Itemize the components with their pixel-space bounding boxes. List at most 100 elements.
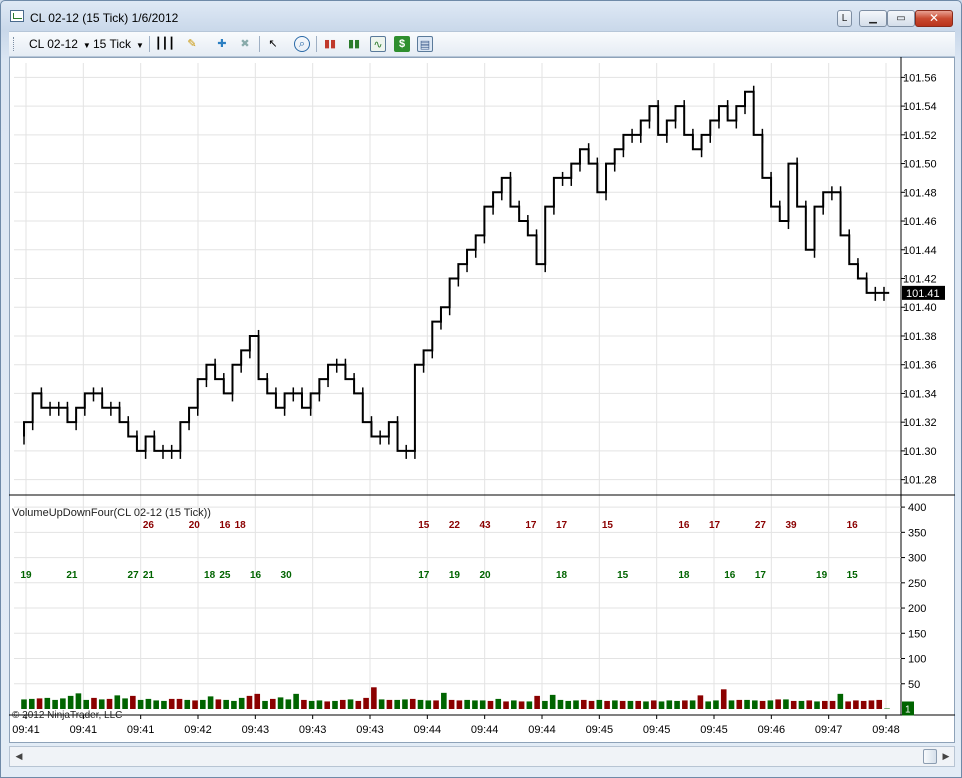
up-volume-label: 16 — [724, 570, 736, 581]
volume-bar — [75, 693, 82, 709]
volume-bar — [720, 689, 727, 709]
chevron-down-icon: ▼ — [82, 41, 91, 50]
link-button[interactable]: L — [837, 10, 852, 27]
volume-bar — [604, 700, 610, 709]
volume-bar — [402, 699, 408, 709]
panel-icon[interactable]: ▤ — [417, 36, 433, 52]
volume-bar — [21, 699, 27, 709]
volume-bar — [207, 696, 214, 709]
volume-bar — [650, 700, 657, 709]
volume-bar — [822, 700, 828, 709]
volume-bar — [145, 698, 152, 709]
up-volume-label: 21 — [143, 570, 155, 581]
up-volume-label: 19 — [816, 570, 828, 581]
down-volume-label: 43 — [479, 520, 491, 531]
down-volume-label: 16 — [678, 520, 690, 531]
down-volume-label: 16 — [219, 520, 231, 531]
volume-bar — [518, 701, 525, 709]
scroll-left-icon[interactable]: ◀ — [13, 750, 25, 763]
instrument-selector[interactable]: CL 02-12 ▼ — [29, 37, 91, 51]
volume-bar — [775, 699, 781, 709]
last-volume-label: 1 — [905, 704, 911, 715]
data-box-icon[interactable]: $ — [394, 36, 410, 52]
zoom-icon[interactable]: ⌕ — [294, 36, 310, 52]
volume-tick-label: 100 — [908, 654, 926, 666]
drawing-pencil-icon[interactable]: ✎ — [184, 36, 200, 52]
volume-bar — [215, 699, 222, 709]
volume-bar — [448, 699, 455, 709]
down-volume-label: 27 — [755, 520, 767, 531]
indicator-title: VolumeUpDownFour(CL 02-12 (15 Tick)) — [12, 507, 211, 519]
down-volume-label: 15 — [418, 520, 430, 531]
volume-bar — [238, 697, 245, 709]
volume-bar — [588, 700, 595, 709]
volume-bar — [806, 700, 813, 709]
volume-bar — [837, 693, 844, 709]
volume-bar — [666, 700, 673, 709]
instrument-label: CL 02-12 — [29, 37, 78, 51]
title-bar[interactable]: CL 02-12 (15 Tick) 1/6/2012 L ▁ ▭ ✕ — [1, 1, 961, 31]
price-and-volume-chart[interactable]: 101.56 101.54 101.52 101.50 101.48 101.46 101.… — [9, 57, 955, 743]
chart-properties-icon[interactable]: ∿ — [370, 36, 386, 52]
volume-bar — [783, 699, 789, 709]
volume-bar — [83, 699, 89, 709]
up-volume-label: 19 — [449, 570, 461, 581]
price-tick-label: 101.48 — [903, 187, 937, 199]
price-tick-label: 101.56 — [903, 72, 937, 84]
bar-type-icon[interactable]: ┃┃┃ — [155, 36, 175, 52]
volume-bar — [596, 699, 603, 709]
volume-bar — [371, 687, 377, 709]
down-volume-label: 20 — [189, 520, 201, 531]
up-volume-label: 15 — [617, 570, 629, 581]
up-volume-label: 18 — [204, 570, 216, 581]
horizontal-scrollbar[interactable]: ◀ ▶ — [9, 746, 955, 767]
volume-bar — [643, 701, 649, 709]
close-button[interactable]: ✕ — [915, 10, 953, 27]
volume-bar — [580, 699, 587, 709]
volume-bar — [153, 700, 159, 709]
down-volume-label: 15 — [602, 520, 614, 531]
time-tick-label: 09:45 — [643, 724, 671, 736]
cursor-select-icon[interactable]: ↖ — [265, 36, 281, 52]
indicators-icon[interactable]: ▮▮ — [322, 36, 338, 52]
scroll-thumb[interactable] — [923, 749, 937, 764]
up-volume-label: 27 — [128, 570, 140, 581]
down-volume-label: 17 — [556, 520, 568, 531]
volume-bar — [332, 700, 338, 709]
volume-bar — [658, 701, 665, 709]
interval-selector[interactable]: 15 Tick ▼ — [93, 37, 144, 51]
volume-bar — [52, 699, 58, 709]
time-tick-label: 09:47 — [815, 724, 843, 736]
volume-bar — [573, 700, 579, 709]
price-tick-label: 101.34 — [903, 388, 937, 400]
up-volume-label: 25 — [219, 570, 231, 581]
volume-bar — [262, 700, 268, 709]
up-volume-label: 17 — [418, 570, 430, 581]
volume-bar — [689, 700, 696, 709]
toolbar-grip[interactable] — [13, 37, 16, 51]
strategies-icon[interactable]: ▮▮ — [346, 36, 362, 52]
volume-tick-label: 350 — [908, 527, 926, 539]
scroll-right-icon[interactable]: ▶ — [940, 750, 952, 763]
volume-bar — [798, 700, 805, 709]
volume-bar — [98, 699, 105, 709]
add-indicator-icon[interactable]: ✚ — [214, 36, 230, 52]
chart-window: CL 02-12 (15 Tick) 1/6/2012 L ▁ ▭ ✕ CL 0… — [0, 0, 962, 778]
up-volume-label: 19 — [20, 570, 32, 581]
volume-bar — [192, 700, 198, 709]
down-volume-label: 17 — [525, 520, 537, 531]
volume-bar — [363, 697, 369, 709]
volume-bar — [705, 701, 711, 709]
last-price-label: 101.41 — [906, 288, 940, 300]
minimize-button[interactable]: ▁ — [859, 10, 887, 27]
remove-indicator-icon[interactable]: ✖ — [237, 36, 253, 52]
up-volume-label: 16 — [250, 570, 262, 581]
price-series-line — [23, 90, 890, 452]
maximize-button[interactable]: ▭ — [887, 10, 915, 27]
volume-bar — [845, 701, 851, 709]
volume-bar — [347, 699, 354, 709]
time-tick-label: 09:41 — [12, 724, 40, 736]
volume-bar — [91, 697, 97, 709]
window-title: CL 02-12 (15 Tick) 1/6/2012 — [30, 11, 179, 25]
volume-bar — [417, 699, 424, 709]
